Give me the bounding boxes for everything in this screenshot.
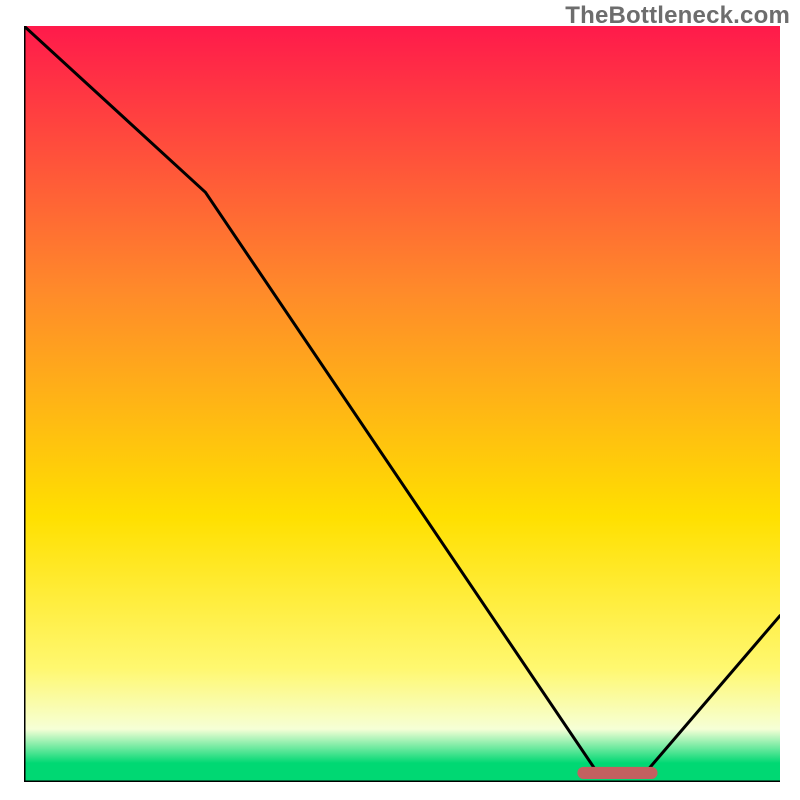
plot-area — [24, 26, 780, 782]
chart-svg — [24, 26, 780, 782]
gradient-background — [24, 26, 780, 782]
chart-container: TheBottleneck.com — [0, 0, 800, 800]
